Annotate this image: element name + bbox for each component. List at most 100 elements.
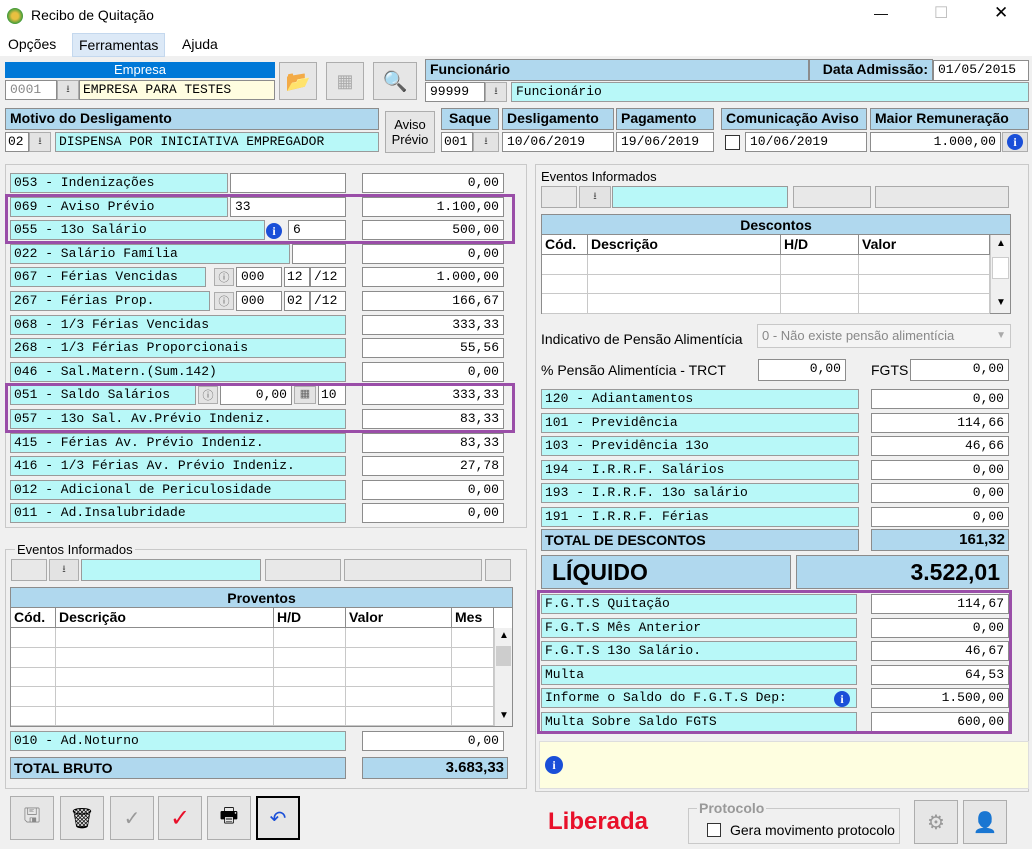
scroll-up-icon[interactable]: ▲ <box>996 238 1006 249</box>
confirm-button[interactable]: ✓ <box>110 796 154 840</box>
descontos-grid[interactable]: Descontos Cód. Descrição H/D Valor ▲ ▼ <box>541 214 1011 314</box>
eventos-left-code-input[interactable] <box>11 559 47 581</box>
calculator-button[interactable]: ▦ <box>326 62 364 100</box>
descontos-grid-scrollbar[interactable]: ▲ ▼ <box>990 235 1010 313</box>
funcionario-code-input[interactable]: 99999 <box>425 82 485 102</box>
protocolo-checkbox[interactable] <box>707 823 721 837</box>
provento-value: 55,56 <box>362 338 504 359</box>
empresa-lookup-button[interactable]: ⭳ <box>57 80 79 100</box>
provento-desc: 055 - 13o Salário <box>10 220 265 241</box>
ferias-days-input[interactable]: 000 <box>236 267 282 288</box>
fgts-value: 114,67 <box>871 594 1009 614</box>
eventos-left-valor-input[interactable] <box>344 559 482 581</box>
motivo-code-input[interactable]: 02 <box>5 132 29 152</box>
scroll-down-icon[interactable]: ▼ <box>499 710 509 721</box>
admissao-input[interactable]: 01/05/2015 <box>933 60 1029 81</box>
col-mes: Mes <box>452 608 494 628</box>
print-button[interactable]: 🖶 <box>207 796 251 840</box>
provento-desc: 022 - Salário Família <box>10 243 290 264</box>
calendar-icon: ▦ <box>299 388 311 401</box>
tools-button[interactable]: ⚙ <box>914 800 958 844</box>
saque-input[interactable]: 001 <box>441 132 473 152</box>
info-button[interactable]: i <box>266 222 284 240</box>
pct-pensao-input[interactable]: 0,00 <box>758 359 846 381</box>
approve-button[interactable]: ✓ <box>158 796 202 840</box>
minimize-button[interactable]: — <box>874 5 888 21</box>
ferias-divisor: /12 <box>310 291 346 311</box>
menu-ferramentas[interactable]: Ferramentas <box>72 33 166 57</box>
open-folder-button[interactable]: 📂 <box>279 62 317 100</box>
scroll-thumb[interactable] <box>992 257 1009 279</box>
fgts-input[interactable]: 0,00 <box>910 359 1009 381</box>
saldo-value-input[interactable]: 0,00 <box>220 385 292 406</box>
eventos-left-mes-input[interactable] <box>485 559 511 581</box>
scroll-thumb[interactable] <box>496 646 511 666</box>
grid-cell <box>11 647 56 668</box>
fgts-value[interactable]: 1.500,00 <box>871 688 1009 709</box>
ferias-info-button[interactable]: ⓘ <box>214 292 234 310</box>
aviso-previo-button[interactable]: Aviso Prévio <box>385 111 435 153</box>
grid-cell <box>346 647 452 668</box>
save-button[interactable]: 🖫 <box>10 796 54 840</box>
comunicacao-checkbox[interactable] <box>725 135 740 150</box>
motivo-lookup-button[interactable]: ⭳ <box>29 132 51 152</box>
info-icon: i <box>834 691 850 708</box>
maximize-button[interactable]: ☐ <box>934 3 948 23</box>
info-icon: ⓘ <box>218 296 230 308</box>
grid-cell <box>346 686 452 707</box>
close-button[interactable]: ✕ <box>994 3 1008 23</box>
col-valor: Valor <box>346 608 452 628</box>
desligamento-input[interactable]: 10/06/2019 <box>502 132 614 152</box>
proventos-grid-scrollbar[interactable]: ▲ ▼ <box>494 628 512 726</box>
desconto-value: 0,00 <box>871 483 1009 504</box>
liquido-label: LÍQUIDO <box>541 555 791 589</box>
scroll-up-icon[interactable]: ▲ <box>499 630 509 641</box>
ferias-days-input[interactable]: 000 <box>236 291 282 311</box>
undo-button[interactable]: ↶ <box>256 796 300 840</box>
search-document-icon: 🔍 <box>382 70 408 93</box>
saldo-info-button[interactable]: ⓘ <box>198 386 218 405</box>
fgts-info-button[interactable]: i <box>834 690 852 708</box>
calendar-button[interactable]: ▦ <box>294 386 316 405</box>
ferias-months-input[interactable]: 12 <box>284 267 310 288</box>
folder-icon: 📂 <box>285 70 311 93</box>
eventos-right-valor-input[interactable] <box>875 186 1009 208</box>
maior-remuneracao-info-button[interactable]: i <box>1002 132 1028 152</box>
pagamento-input[interactable]: 19/06/2019 <box>616 132 714 152</box>
13o-months-input[interactable]: 6 <box>288 220 346 241</box>
eventos-right-lookup-button[interactable]: ⭳ <box>579 186 611 208</box>
eventos-right-desc-input[interactable] <box>612 186 788 208</box>
provento-desc: 053 - Indenizações <box>10 173 228 193</box>
col-hd: H/D <box>274 608 346 628</box>
trash-icon: 🗑 <box>69 807 95 830</box>
message-panel: i <box>539 741 1029 789</box>
eventos-left-lookup-button[interactable]: ⭳ <box>49 559 79 581</box>
scroll-down-icon[interactable]: ▼ <box>996 297 1006 308</box>
search-document-button[interactable]: 🔍 <box>373 62 417 100</box>
ferias-months-input[interactable]: 02 <box>284 291 310 311</box>
ferias-info-button[interactable]: ⓘ <box>214 268 234 287</box>
maior-remuneracao-input[interactable]: 1.000,00 <box>870 132 1001 152</box>
red-check-icon: ✓ <box>169 804 191 832</box>
fgts-desc: Informe o Saldo do F.G.T.S Dep: <box>541 688 857 709</box>
eventos-right-code-input[interactable] <box>541 186 577 208</box>
pensao-select[interactable]: 0 - Não existe pensão alimentícia ▼ <box>757 324 1011 348</box>
chevron-down-icon: ▼ <box>996 330 1006 341</box>
funcionario-lookup-button[interactable]: ⭳ <box>485 82 507 102</box>
eventos-left-desc-input[interactable] <box>81 559 261 581</box>
eventos-left-hd-input[interactable] <box>265 559 341 581</box>
menu-opcoes[interactable]: Opções <box>8 36 56 52</box>
comunicacao-input[interactable]: 10/06/2019 <box>745 132 867 152</box>
delete-button[interactable]: 🗑 <box>60 796 104 840</box>
proventos-grid[interactable]: Proventos Cód. Descrição H/D Valor Mes ▲… <box>10 587 513 727</box>
empresa-code-input[interactable]: 0001 <box>5 80 57 100</box>
user-search-button[interactable]: 👤 <box>963 800 1007 844</box>
info-icon: ⓘ <box>218 272 230 285</box>
eventos-right-hd-input[interactable] <box>793 186 871 208</box>
aviso-days-input[interactable]: 33 <box>230 196 346 217</box>
menu-ajuda[interactable]: Ajuda <box>182 36 218 52</box>
saque-lookup-button[interactable]: ⭳ <box>473 132 499 152</box>
desconto-desc: 194 - I.R.R.F. Salários <box>541 459 859 480</box>
saldo-days-input[interactable]: 10 <box>318 385 346 406</box>
grid-cell <box>274 647 346 668</box>
